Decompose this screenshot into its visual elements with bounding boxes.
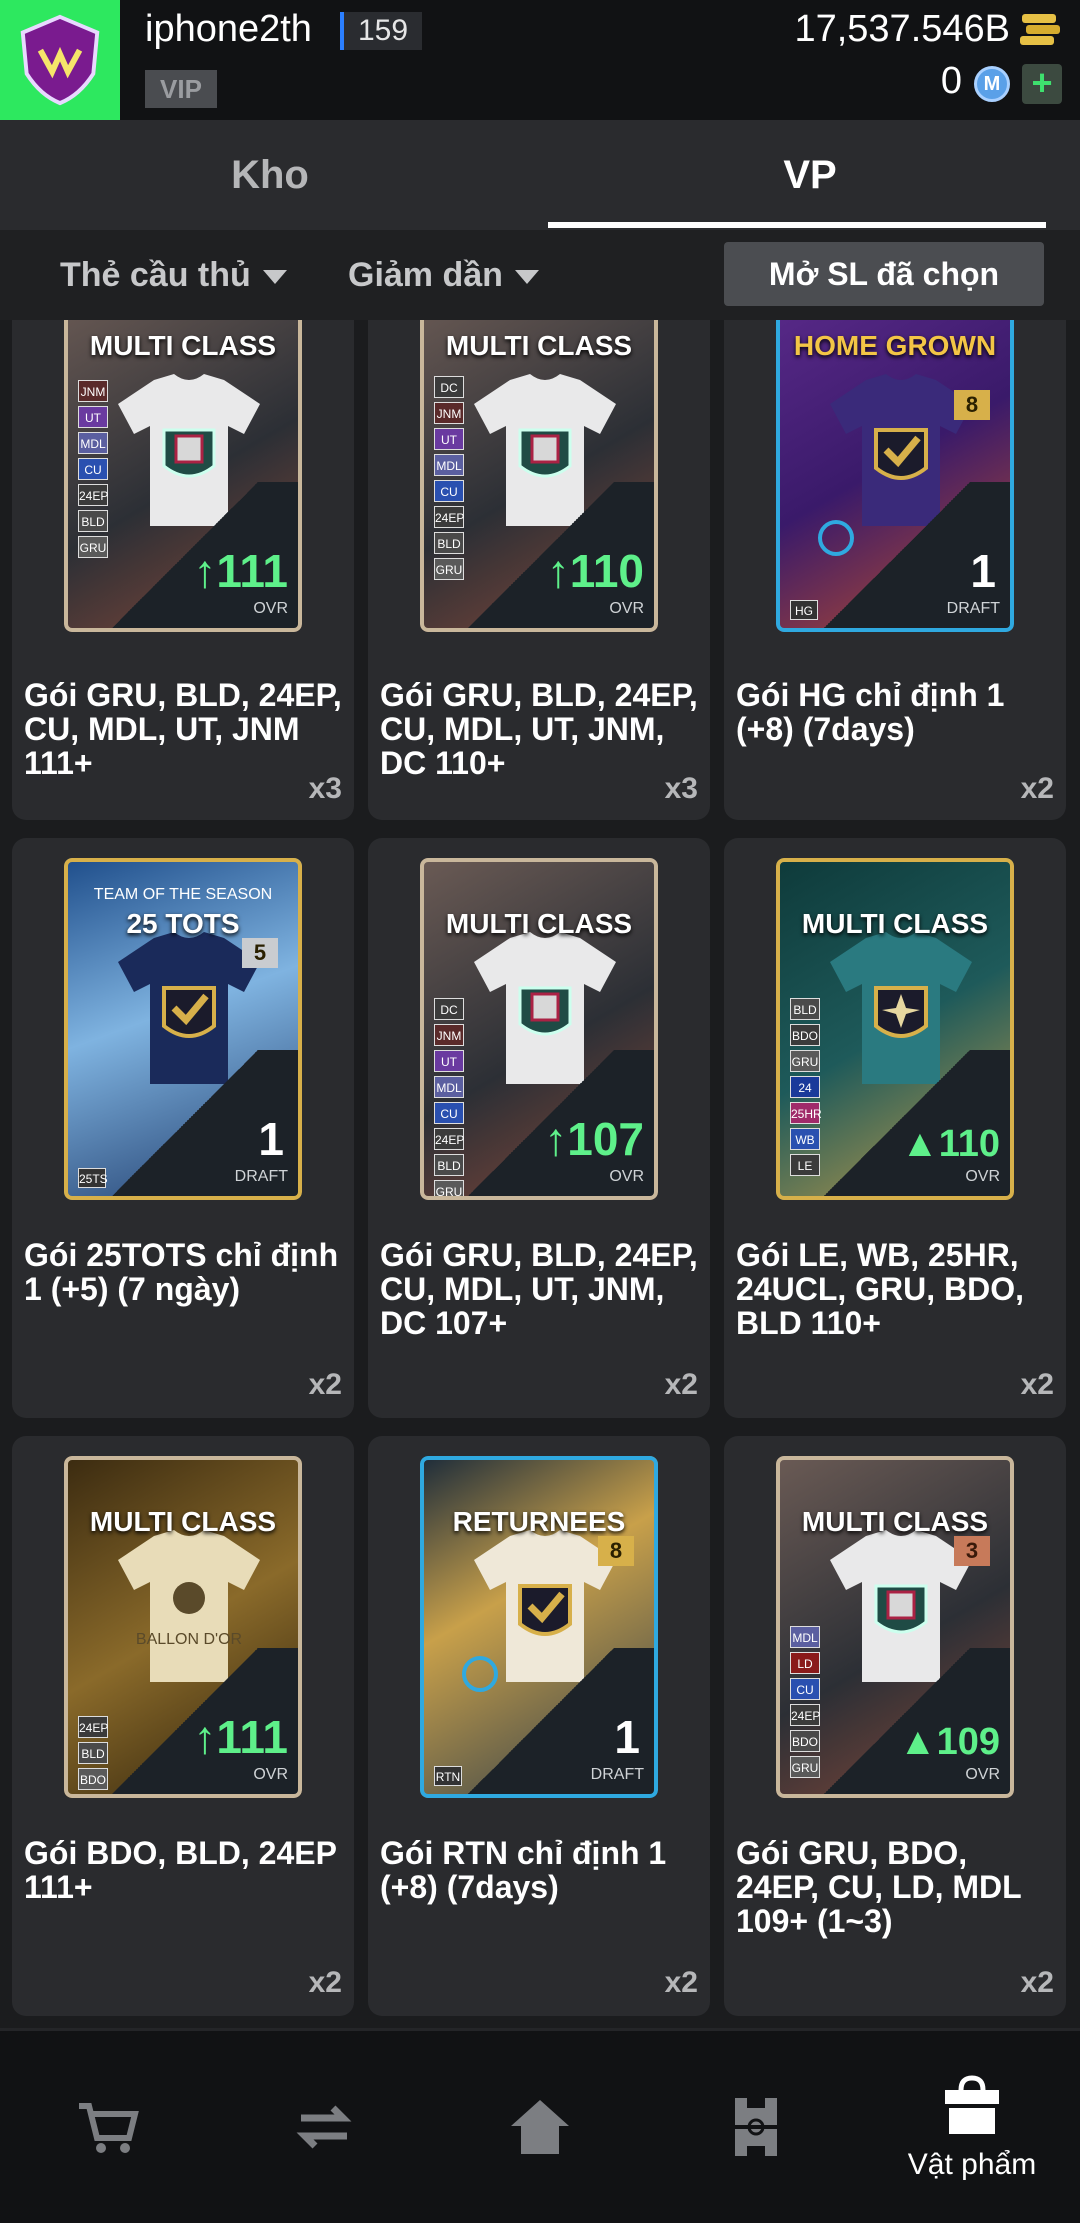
item-qty: x2 (1020, 1966, 1054, 1999)
item-card[interactable]: HOME GROWN 8 1 DRAFT HG Gói HG chỉ định … (724, 320, 1066, 820)
top-header: iphone2th 159 VIP 17,537.546B 0 M + (0, 0, 1080, 120)
nav-transfer[interactable] (216, 2031, 432, 2223)
add-currency-button[interactable]: + (1022, 64, 1062, 104)
bp-coins: 17,537.546B (794, 8, 1010, 50)
item-name: Gói HG chỉ định 1 (+8) (7days) (736, 677, 1005, 747)
username: iphone2th (145, 8, 312, 50)
club-logo-icon (20, 14, 100, 106)
item-card-art: MULTI CLASS DC JNM UT MDL CU 24EP BLD GR… (420, 320, 658, 632)
item-card-art: MULTI CLASS JNM UT MDL CU 24EP BLD GRU ↑… (64, 320, 302, 632)
item-card-art: MULTI CLASS 3 MDL LD CU 24EP BDO GRU ▲10… (776, 1456, 1014, 1798)
item-card[interactable]: MULTI CLASS JNM UT MDL CU 24EP BLD GRU ↑… (12, 320, 354, 820)
item-card[interactable]: MULTI CLASS BALLON D'OR 24EP BLD BDO ↑11… (12, 1436, 354, 2016)
bag-icon (945, 2075, 999, 2134)
item-name: Gói BDO, BLD, 24EP 111+ (24, 1835, 337, 1905)
item-grid: MULTI CLASS JNM UT MDL CU 24EP BLD GRU ↑… (0, 320, 1080, 2020)
chevron-down-icon (514, 270, 539, 285)
item-card-art: HOME GROWN 8 1 DRAFT HG (776, 320, 1014, 632)
item-card-art: MULTI CLASS DC JNM UT MDL CU 24EP BLD GR… (420, 858, 658, 1200)
nav-home[interactable] (432, 2031, 648, 2223)
item-card[interactable]: MULTI CLASS 3 MDL LD CU 24EP BDO GRU ▲10… (724, 1436, 1066, 2016)
card-frame (420, 320, 658, 632)
tab-bar: Kho VP (0, 120, 1080, 230)
m-coins: 0 (940, 60, 962, 102)
item-qty: x3 (308, 772, 342, 805)
item-qty: x2 (664, 1368, 698, 1401)
item-name: Gói GRU, BDO, 24EP, CU, LD, MDL 109+ (1~… (736, 1835, 1022, 1939)
type-filter-label: Thẻ cầu thủ (60, 256, 251, 294)
item-qty: x2 (664, 1966, 698, 1999)
item-name: Gói GRU, BLD, 24EP, CU, MDL, UT, JNM 111… (24, 677, 342, 781)
club-avatar[interactable] (0, 0, 120, 120)
item-qty: x2 (308, 1966, 342, 1999)
item-card[interactable]: MULTI CLASS DC JNM UT MDL CU 24EP BLD GR… (368, 320, 710, 820)
cart-icon (79, 2103, 139, 2153)
filter-bar: Thẻ cầu thủ Giảm dần Mở SL đã chọn (0, 230, 1080, 320)
item-name: Gói RTN chỉ định 1 (+8) (7days) (380, 1835, 667, 1905)
item-qty: x2 (1020, 772, 1054, 805)
level-badge: 159 (340, 12, 423, 50)
nav-label: Vật phẩm (907, 2148, 1037, 2181)
active-tab-indicator (548, 222, 1046, 228)
item-qty: x2 (308, 1368, 342, 1401)
item-card-art: MULTI CLASS BLD BDO GRU 24 25HR WB LE ▲1… (776, 858, 1014, 1200)
card-frame (420, 1456, 658, 1798)
coin-stack-icon (1020, 14, 1060, 45)
item-name: Gói 25TOTS chỉ định 1 (+5) (7 ngày) (24, 1237, 339, 1307)
card-frame (64, 858, 302, 1200)
pitch-icon (735, 2098, 777, 2156)
item-card-art: TEAM OF THE SEASON 25 TOTS 5 1 DRAFT 25T… (64, 858, 302, 1200)
item-qty: x3 (664, 772, 698, 805)
transfer-icon (296, 2105, 352, 2149)
item-card[interactable]: MULTI CLASS BLD BDO GRU 24 25HR WB LE ▲1… (724, 838, 1066, 1418)
sort-label: Giảm dần (348, 256, 503, 294)
card-frame (420, 858, 658, 1200)
item-card[interactable]: TEAM OF THE SEASON 25 TOTS 5 1 DRAFT 25T… (12, 838, 354, 1418)
item-name: Gói GRU, BLD, 24EP, CU, MDL, UT, JNM, DC… (380, 677, 698, 781)
item-card[interactable]: MULTI CLASS DC JNM UT MDL CU 24EP BLD GR… (368, 838, 710, 1418)
card-frame (776, 858, 1014, 1200)
item-card-art: MULTI CLASS BALLON D'OR 24EP BLD BDO ↑11… (64, 1456, 302, 1798)
card-frame (64, 320, 302, 632)
item-card-art: RETURNEES 8 1 DRAFT RTN (420, 1456, 658, 1798)
item-name: Gói GRU, BLD, 24EP, CU, MDL, UT, JNM, DC… (380, 1237, 698, 1341)
vip-badge: VIP (145, 70, 217, 108)
type-filter-dropdown[interactable]: Thẻ cầu thủ (60, 230, 287, 320)
home-icon (511, 2100, 569, 2154)
card-frame (776, 320, 1014, 632)
tab-vp[interactable]: VP (540, 120, 1080, 230)
card-frame (776, 1456, 1014, 1798)
bottom-nav: Vật phẩm (0, 2028, 1080, 2223)
open-selected-button[interactable]: Mở SL đã chọn (724, 242, 1044, 306)
nav-squad[interactable] (648, 2031, 864, 2223)
tab-kho[interactable]: Kho (0, 120, 540, 230)
item-name: Gói LE, WB, 25HR, 24UCL, GRU, BDO, BLD 1… (736, 1237, 1025, 1341)
chevron-down-icon (262, 270, 287, 285)
card-frame (64, 1456, 302, 1798)
item-card[interactable]: RETURNEES 8 1 DRAFT RTN Gói RTN chỉ định… (368, 1436, 710, 2016)
item-qty: x2 (1020, 1368, 1054, 1401)
m-coin-icon: M (974, 66, 1010, 102)
sort-dropdown[interactable]: Giảm dần (348, 230, 539, 320)
nav-shop[interactable] (0, 2031, 216, 2223)
nav-items[interactable]: Vật phẩm (864, 2031, 1080, 2223)
